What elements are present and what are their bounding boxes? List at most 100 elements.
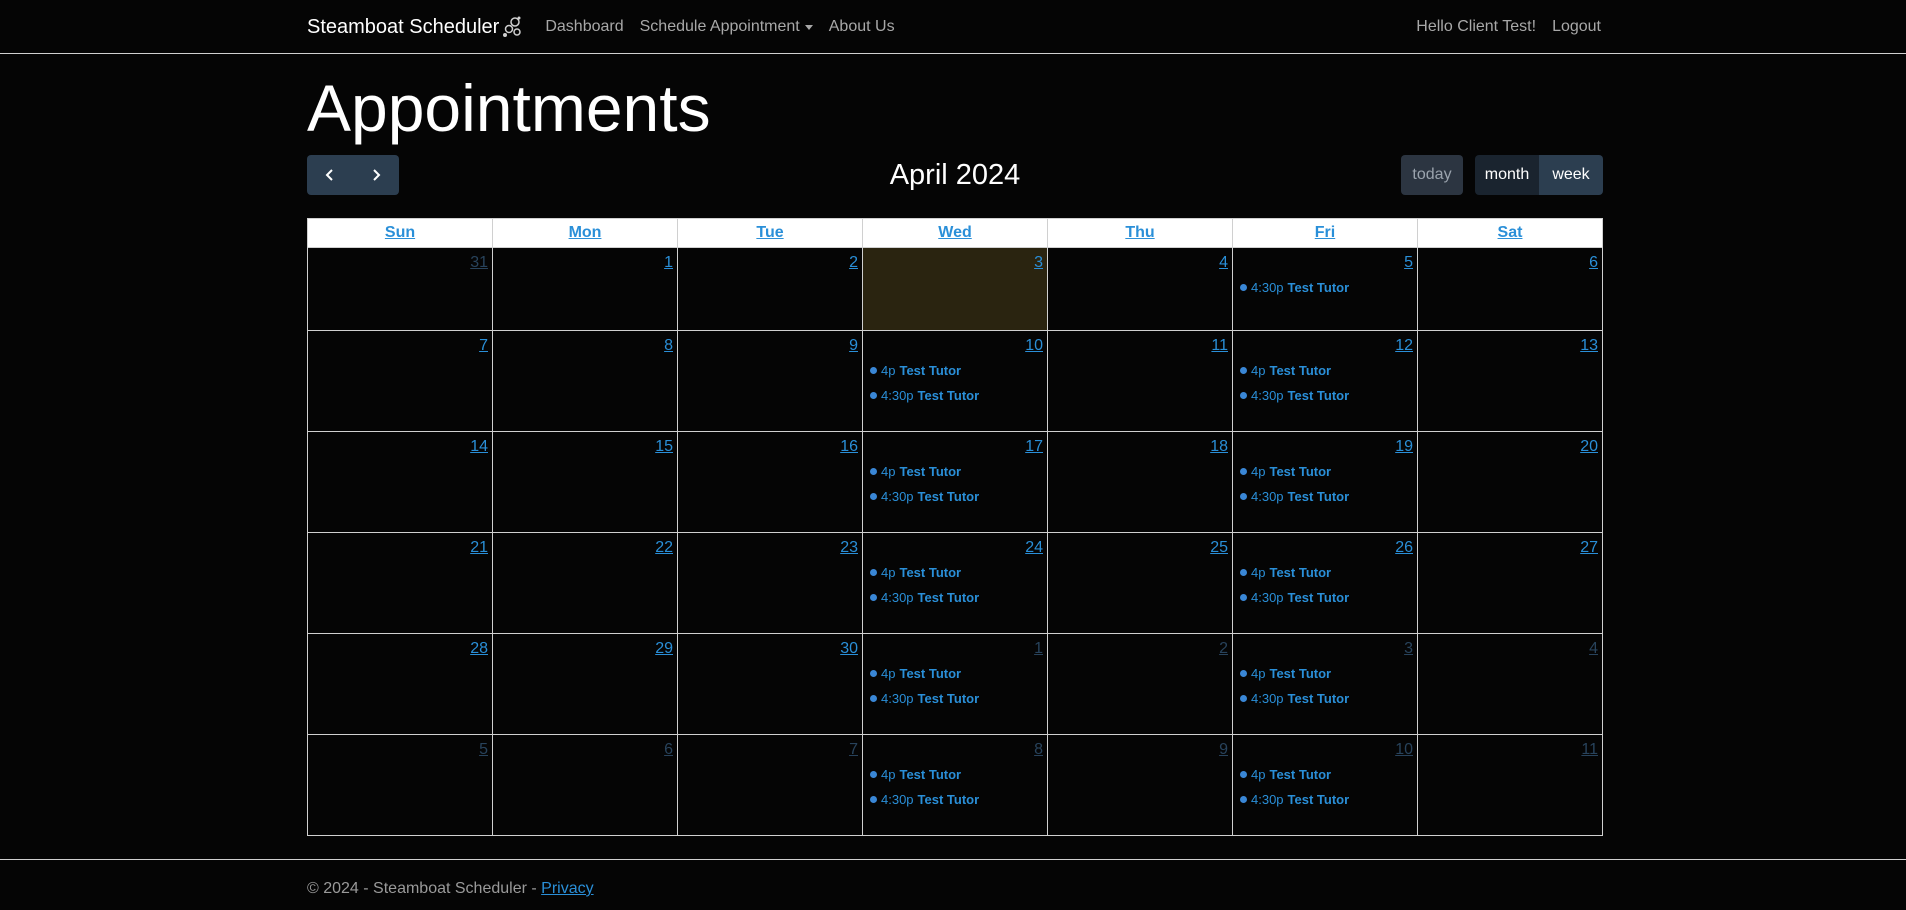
day-number-link[interactable]: 29: [493, 634, 677, 658]
logout-link[interactable]: Logout: [1552, 18, 1601, 36]
day-number-link[interactable]: 6: [1418, 248, 1602, 272]
day-cell[interactable]: 1: [492, 247, 678, 331]
calendar-event[interactable]: 4p Test Tutor: [863, 460, 1047, 482]
day-cell[interactable]: 5 4:30p Test Tutor: [1232, 247, 1418, 331]
calendar-event[interactable]: 4:30p Test Tutor: [1233, 788, 1417, 810]
day-cell[interactable]: 30: [677, 633, 863, 735]
day-number-link[interactable]: 7: [308, 331, 492, 355]
day-number-link[interactable]: 8: [493, 331, 677, 355]
calendar-event[interactable]: 4p Test Tutor: [1233, 561, 1417, 583]
day-number-link[interactable]: 14: [308, 432, 492, 456]
day-cell[interactable]: 8: [492, 330, 678, 432]
nav-schedule-appointment-dropdown[interactable]: Schedule Appointment: [640, 18, 813, 36]
nav-dashboard[interactable]: Dashboard: [545, 18, 623, 36]
day-cell[interactable]: 29: [492, 633, 678, 735]
calendar-event[interactable]: 4:30p Test Tutor: [1233, 586, 1417, 608]
day-number-link[interactable]: 4: [1048, 248, 1232, 272]
brand-link[interactable]: Steamboat Scheduler: [307, 14, 525, 40]
day-number-link[interactable]: 3: [863, 248, 1047, 272]
day-number-link[interactable]: 2: [1048, 634, 1232, 658]
day-number-link[interactable]: 12: [1233, 331, 1417, 355]
day-number-link[interactable]: 5: [1233, 248, 1417, 272]
day-number-link[interactable]: 6: [493, 735, 677, 759]
month-view-button[interactable]: month: [1475, 155, 1539, 195]
calendar-event[interactable]: 4:30p Test Tutor: [1233, 485, 1417, 507]
day-cell[interactable]: 11: [1047, 330, 1233, 432]
day-number-link[interactable]: 10: [1233, 735, 1417, 759]
day-cell[interactable]: 6: [492, 734, 678, 836]
calendar-event[interactable]: 4p Test Tutor: [1233, 763, 1417, 785]
day-cell[interactable]: 15: [492, 431, 678, 533]
day-cell[interactable]: 14: [307, 431, 493, 533]
day-cell[interactable]: 31: [307, 247, 493, 331]
day-cell[interactable]: 20: [1417, 431, 1603, 533]
day-number-link[interactable]: 23: [678, 533, 862, 557]
day-cell[interactable]: 12 4p Test Tutor 4:30p Test Tutor: [1232, 330, 1418, 432]
calendar-event[interactable]: 4p Test Tutor: [863, 359, 1047, 381]
day-number-link[interactable]: 13: [1418, 331, 1602, 355]
calendar-event[interactable]: 4:30p Test Tutor: [863, 485, 1047, 507]
weekday-header-mon[interactable]: Mon: [492, 218, 678, 248]
day-number-link[interactable]: 2: [678, 248, 862, 272]
day-number-link[interactable]: 31: [308, 248, 492, 272]
calendar-event[interactable]: 4:30p Test Tutor: [863, 788, 1047, 810]
day-cell[interactable]: 11: [1417, 734, 1603, 836]
day-number-link[interactable]: 30: [678, 634, 862, 658]
calendar-event[interactable]: 4:30p Test Tutor: [863, 586, 1047, 608]
day-number-link[interactable]: 16: [678, 432, 862, 456]
day-number-link[interactable]: 21: [308, 533, 492, 557]
day-number-link[interactable]: 11: [1418, 735, 1602, 759]
day-number-link[interactable]: 7: [678, 735, 862, 759]
day-number-link[interactable]: 1: [863, 634, 1047, 658]
user-greeting-link[interactable]: Hello Client Test!: [1416, 18, 1536, 36]
day-number-link[interactable]: 9: [1048, 735, 1232, 759]
today-button[interactable]: today: [1401, 155, 1463, 195]
day-number-link[interactable]: 25: [1048, 533, 1232, 557]
day-number-link[interactable]: 17: [863, 432, 1047, 456]
day-number-link[interactable]: 4: [1418, 634, 1602, 658]
calendar-event[interactable]: 4p Test Tutor: [1233, 662, 1417, 684]
day-cell[interactable]: 1 4p Test Tutor 4:30p Test Tutor: [862, 633, 1048, 735]
day-number-link[interactable]: 9: [678, 331, 862, 355]
week-view-button[interactable]: week: [1539, 155, 1603, 195]
weekday-header-sun[interactable]: Sun: [307, 218, 493, 248]
calendar-event[interactable]: 4p Test Tutor: [863, 662, 1047, 684]
day-cell[interactable]: 17 4p Test Tutor 4:30p Test Tutor: [862, 431, 1048, 533]
calendar-event[interactable]: 4:30p Test Tutor: [1233, 687, 1417, 709]
privacy-link[interactable]: Privacy: [541, 880, 593, 897]
day-cell[interactable]: 23: [677, 532, 863, 634]
calendar-event[interactable]: 4:30p Test Tutor: [1233, 384, 1417, 406]
day-cell[interactable]: 4: [1047, 247, 1233, 331]
calendar-event[interactable]: 4:30p Test Tutor: [863, 384, 1047, 406]
day-number-link[interactable]: 3: [1233, 634, 1417, 658]
day-number-link[interactable]: 27: [1418, 533, 1602, 557]
day-cell[interactable]: 28: [307, 633, 493, 735]
day-number-link[interactable]: 1: [493, 248, 677, 272]
day-cell[interactable]: 10 4p Test Tutor 4:30p Test Tutor: [1232, 734, 1418, 836]
weekday-header-sat[interactable]: Sat: [1417, 218, 1603, 248]
day-number-link[interactable]: 24: [863, 533, 1047, 557]
day-cell[interactable]: 24 4p Test Tutor 4:30p Test Tutor: [862, 532, 1048, 634]
day-cell[interactable]: 21: [307, 532, 493, 634]
day-cell[interactable]: 10 4p Test Tutor 4:30p Test Tutor: [862, 330, 1048, 432]
weekday-header-tue[interactable]: Tue: [677, 218, 863, 248]
day-cell[interactable]: 18: [1047, 431, 1233, 533]
calendar-event[interactable]: 4p Test Tutor: [863, 763, 1047, 785]
weekday-header-wed[interactable]: Wed: [862, 218, 1048, 248]
day-cell[interactable]: 22: [492, 532, 678, 634]
day-number-link[interactable]: 26: [1233, 533, 1417, 557]
calendar-event[interactable]: 4p Test Tutor: [1233, 460, 1417, 482]
day-number-link[interactable]: 8: [863, 735, 1047, 759]
calendar-event[interactable]: 4p Test Tutor: [1233, 359, 1417, 381]
day-number-link[interactable]: 11: [1048, 331, 1232, 355]
weekday-header-thu[interactable]: Thu: [1047, 218, 1233, 248]
day-cell[interactable]: 7: [307, 330, 493, 432]
day-cell[interactable]: 5: [307, 734, 493, 836]
day-cell[interactable]: 4: [1417, 633, 1603, 735]
day-number-link[interactable]: 18: [1048, 432, 1232, 456]
day-number-link[interactable]: 15: [493, 432, 677, 456]
calendar-event[interactable]: 4p Test Tutor: [863, 561, 1047, 583]
weekday-header-fri[interactable]: Fri: [1232, 218, 1418, 248]
day-cell[interactable]: 6: [1417, 247, 1603, 331]
day-cell[interactable]: 16: [677, 431, 863, 533]
